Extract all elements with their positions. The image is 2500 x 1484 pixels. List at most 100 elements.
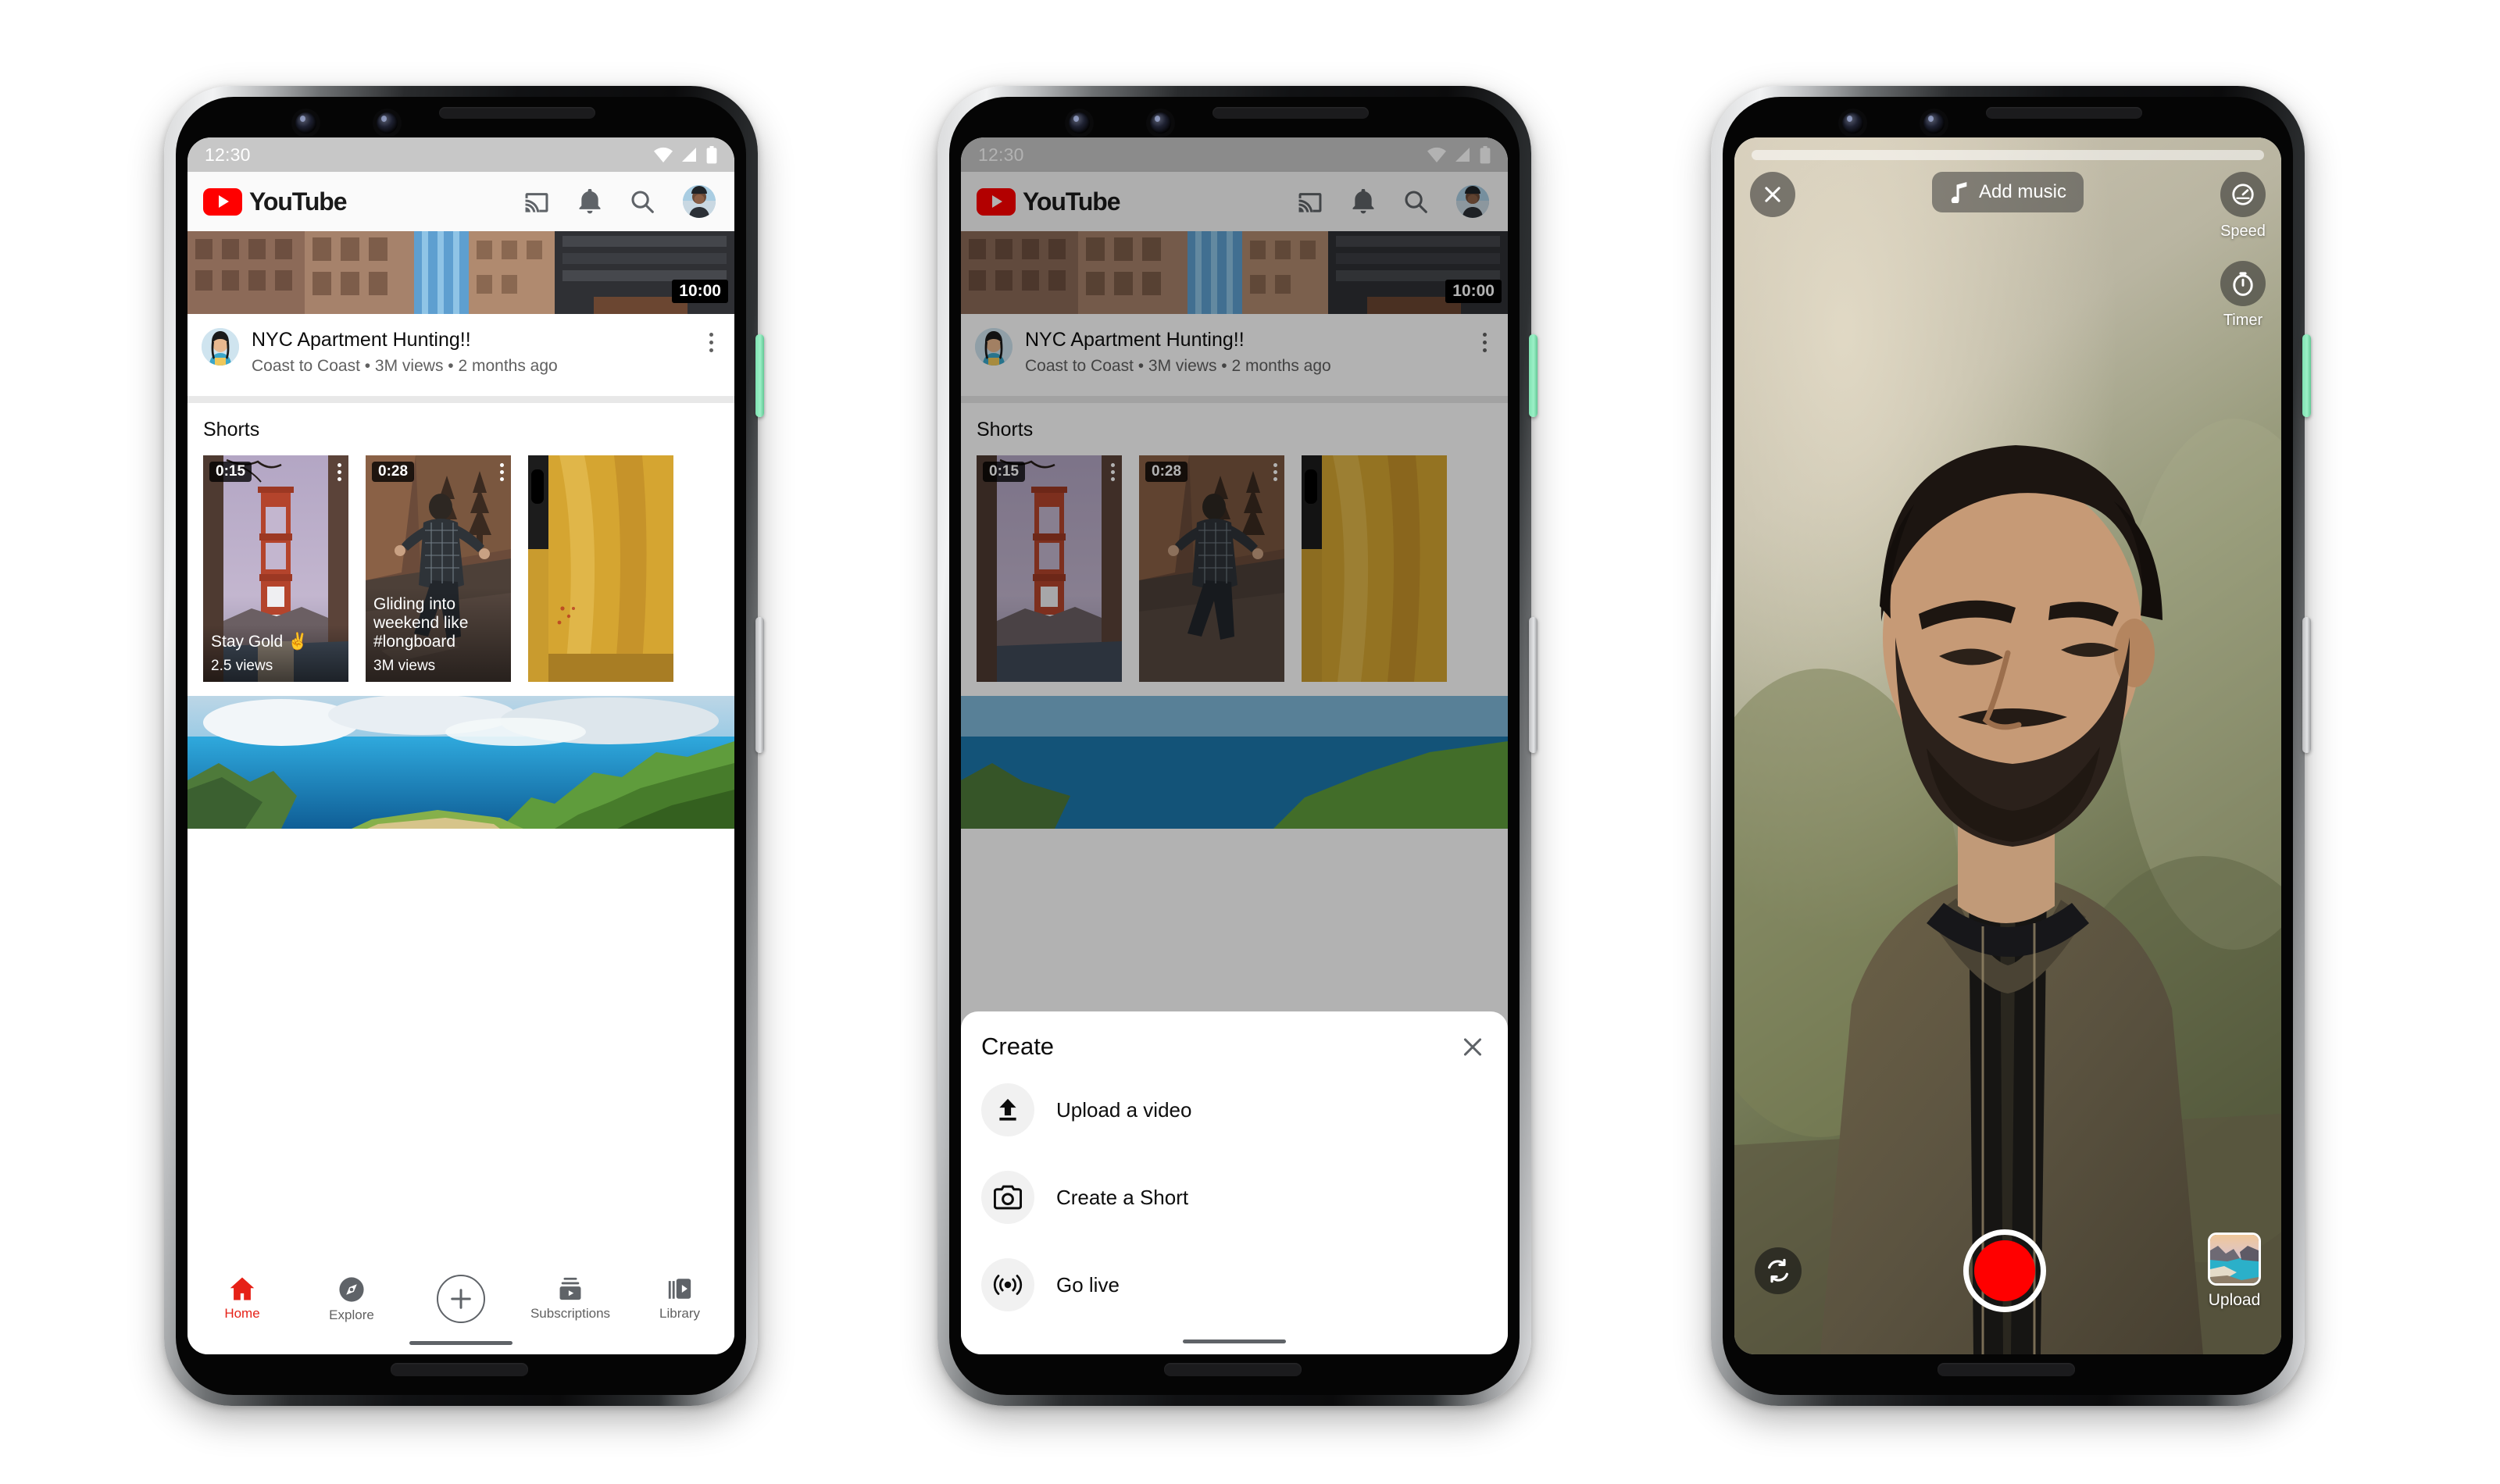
battery-icon <box>706 145 717 163</box>
short-card-2[interactable]: 0:28 Gliding into weekend like #longboar… <box>366 455 511 682</box>
library-icon <box>668 1279 691 1299</box>
recording-progress-bar <box>1752 150 2264 160</box>
front-camera-icon <box>295 112 316 134</box>
flip-camera-icon[interactable] <box>1755 1247 1802 1294</box>
gallery-thumbnail <box>2208 1232 2261 1286</box>
short-views: 3M views <box>373 658 436 674</box>
short-title: Gliding into weekend like #longboard <box>373 594 469 651</box>
camera-top-controls: Add music <box>1734 172 2281 217</box>
short-caption: Gliding into weekend like #longboard 3M … <box>366 587 511 682</box>
upload-button[interactable]: Upload <box>2208 1232 2261 1310</box>
front-camera-2-icon <box>1150 112 1171 134</box>
account-avatar[interactable] <box>683 185 716 218</box>
short-title: Stay Gold ✌️ <box>211 632 309 651</box>
volume-rocker-button[interactable] <box>1529 617 1538 753</box>
header-actions <box>523 185 719 218</box>
nav-item-home[interactable]: Home <box>195 1276 289 1322</box>
bottom-speaker <box>1938 1363 2075 1376</box>
sheet-item-create-a-short[interactable]: Create a Short <box>961 1154 1508 1241</box>
volume-rocker-button[interactable] <box>755 617 764 753</box>
short-duration-badge: 0:28 <box>372 462 415 482</box>
power-button[interactable] <box>1529 334 1538 417</box>
sheet-item-label: Upload a video <box>1056 1097 1192 1122</box>
front-camera-2-icon <box>1923 112 1945 134</box>
nav-item-library[interactable]: Library <box>633 1276 727 1322</box>
youtube-play-icon <box>203 187 242 216</box>
add-music-label: Add music <box>1978 181 2067 202</box>
tool-speed[interactable]: Speed <box>2220 172 2266 241</box>
broadcast-live-icon <box>981 1258 1034 1311</box>
upload-arrow-icon <box>981 1083 1034 1136</box>
close-icon[interactable] <box>1750 172 1795 217</box>
shorts-carousel[interactable]: 0:15 Stay Gold ✌️ 2.5 views 0:28 Gliding… <box>188 455 734 682</box>
tool-timer[interactable]: Timer <box>2220 261 2266 330</box>
channel-avatar[interactable] <box>202 328 239 366</box>
plus-create-icon[interactable] <box>437 1275 485 1323</box>
short-more-options-icon[interactable] <box>500 463 504 481</box>
front-camera-2-icon <box>377 112 398 134</box>
close-icon[interactable] <box>1458 1032 1488 1061</box>
camera-preview <box>1734 137 2281 1354</box>
nav-item-explore[interactable]: Explore <box>305 1276 398 1323</box>
camera-right-tools: Speed Timer <box>2220 172 2266 330</box>
short-more-options-icon[interactable] <box>338 463 341 481</box>
earpiece-speaker <box>1212 107 1369 119</box>
compass-icon <box>339 1277 364 1302</box>
camera-bottom-controls: Upload <box>1734 1229 2281 1312</box>
home-indicator[interactable] <box>1183 1340 1286 1343</box>
short-card-3[interactable] <box>528 455 673 682</box>
home-icon <box>230 1277 255 1300</box>
youtube-header: YouTube <box>188 172 734 231</box>
front-camera-icon <box>1842 112 1863 134</box>
sheet-item-label: Create a Short <box>1056 1185 1189 1209</box>
video-more-options-icon[interactable] <box>702 328 720 376</box>
camera-viewfinder[interactable]: Add music Speed Timer Upload <box>1734 137 2281 1354</box>
wifi-icon <box>654 147 673 162</box>
bottom-speaker <box>391 1363 528 1376</box>
notifications-bell-icon[interactable] <box>578 189 602 214</box>
add-music-button[interactable]: Add music <box>1931 172 2084 212</box>
screen-create: 12:30 YouTube 10:00 NYC Apartment Huntin… <box>961 137 1508 1354</box>
short-views: 2.5 views <box>211 658 273 674</box>
sheet-item-upload-a-video[interactable]: Upload a video <box>961 1066 1508 1154</box>
tool-label-timer: Timer <box>2223 312 2263 329</box>
featured-video-subtitle: Coast to Coast • 3M views • 2 months ago <box>252 357 558 375</box>
home-indicator[interactable] <box>409 1341 512 1345</box>
section-divider <box>188 396 734 403</box>
featured-video-thumbnail[interactable]: 10:00 <box>188 231 734 314</box>
screen-home: 12:30 YouTube 10:00 NYC Apartment Huntin… <box>188 137 734 1354</box>
featured-video-meta: NYC Apartment Hunting!! Coast to Coast •… <box>252 328 689 376</box>
nav-label-library: Library <box>659 1306 700 1321</box>
volume-rocker-button[interactable] <box>2302 617 2311 753</box>
video-duration-badge: 10:00 <box>672 280 728 303</box>
create-bottom-sheet: Create Upload a video Create a Short Go … <box>961 1011 1508 1354</box>
search-icon[interactable] <box>630 189 655 214</box>
bottom-speaker <box>1164 1363 1302 1376</box>
subscriptions-icon <box>559 1277 581 1300</box>
short-card-1[interactable]: 0:15 Stay Gold ✌️ 2.5 views <box>203 455 348 682</box>
nav-label-subscriptions: Subscriptions <box>530 1306 611 1321</box>
screenshot-stage: 12:30 YouTube 10:00 NYC Apartment Huntin… <box>0 0 2500 1484</box>
youtube-logo[interactable]: YouTube <box>203 187 348 216</box>
featured-video-title: NYC Apartment Hunting!! <box>252 329 471 351</box>
featured-video-row[interactable]: NYC Apartment Hunting!! Coast to Coast •… <box>188 314 734 396</box>
tool-label-speed: Speed <box>2220 223 2266 240</box>
power-button[interactable] <box>2302 334 2311 417</box>
second-video-thumbnail[interactable] <box>188 696 734 829</box>
sheet-item-go-live[interactable]: Go live <box>961 1241 1508 1329</box>
status-icons <box>653 145 717 164</box>
short-caption: Stay Gold ✌️ 2.5 views <box>203 624 348 682</box>
camera-icon <box>981 1171 1034 1224</box>
power-button[interactable] <box>755 334 764 417</box>
signal-icon <box>682 148 696 162</box>
record-shutter-button[interactable] <box>1963 1229 2046 1312</box>
bottom-navigation: Home Explore Subscriptions Library <box>188 1267 734 1354</box>
earpiece-speaker <box>1986 107 2142 119</box>
nav-item-create[interactable] <box>414 1275 508 1328</box>
phone-create-sheet: 12:30 YouTube 10:00 NYC Apartment Huntin… <box>938 86 1538 1406</box>
cast-icon[interactable] <box>523 190 550 213</box>
front-camera-icon <box>1069 112 1090 134</box>
feed-spacer <box>188 682 734 696</box>
nav-item-subscriptions[interactable]: Subscriptions <box>523 1276 617 1322</box>
phone-home: 12:30 YouTube 10:00 NYC Apartment Huntin… <box>164 86 764 1406</box>
